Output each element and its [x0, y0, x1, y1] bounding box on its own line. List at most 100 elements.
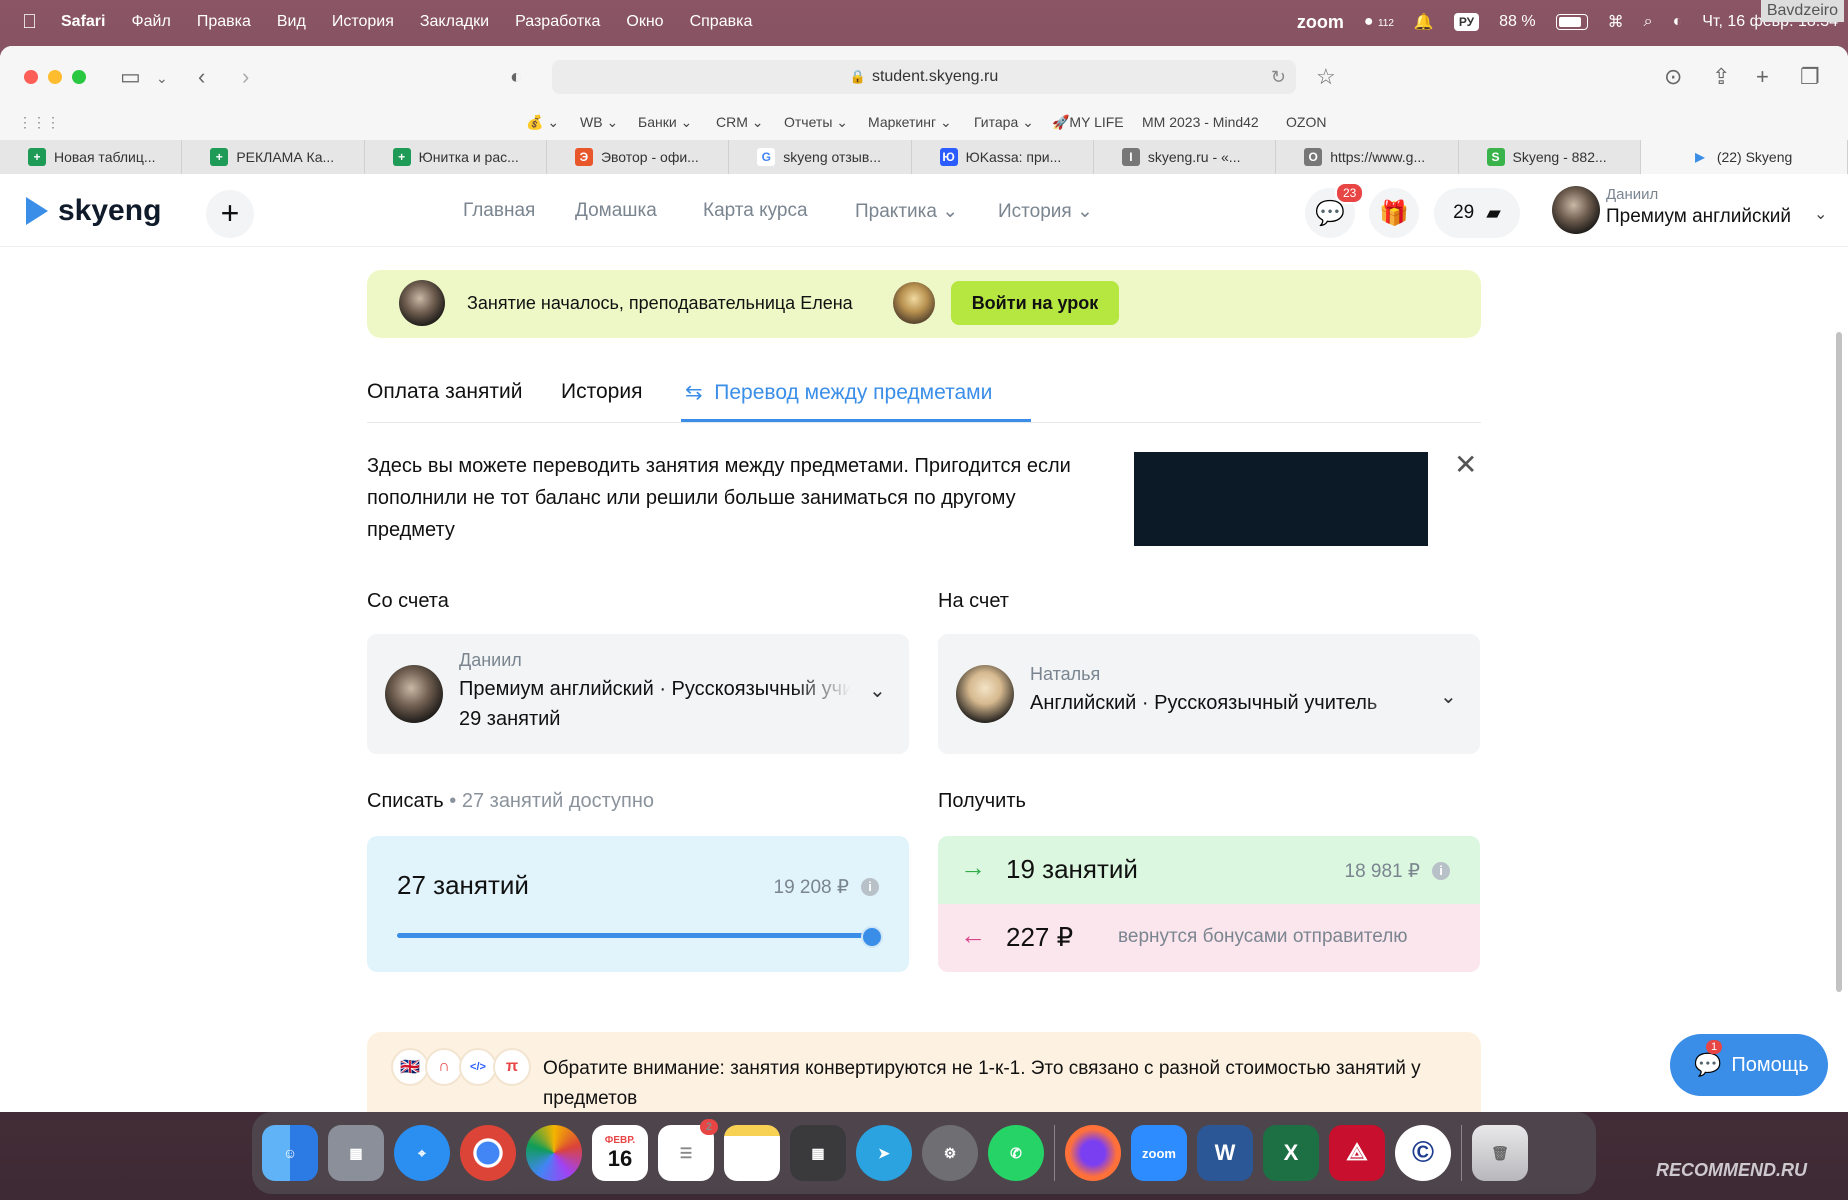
menu-item-develop[interactable]: Разработка: [515, 13, 600, 31]
zoom-window-button[interactable]: [72, 70, 86, 84]
privacy-shield-icon[interactable]: ◐: [510, 66, 522, 89]
favorite-ozon[interactable]: OZON: [1286, 114, 1326, 130]
calculator-icon[interactable]: ▦: [790, 1125, 846, 1181]
from-account-select[interactable]: Даниил Премиум английский · Русскоязычны…: [367, 634, 909, 754]
add-button[interactable]: +: [206, 190, 254, 238]
menu-item-help[interactable]: Справка: [690, 13, 753, 31]
menu-item-bookmarks[interactable]: Закладки: [420, 13, 489, 31]
close-icon[interactable]: ✕: [1454, 448, 1477, 481]
slider-handle[interactable]: [861, 926, 883, 948]
minimize-window-button[interactable]: [48, 70, 62, 84]
gift-icon: 🎁: [1379, 199, 1409, 227]
apps-grid-icon[interactable]: ⋮⋮⋮: [18, 114, 60, 131]
nav-home[interactable]: Главная: [463, 200, 535, 222]
finder-icon[interactable]: ☺: [262, 1125, 318, 1181]
favorite-wb-folder[interactable]: WB ⌄: [580, 114, 618, 131]
favorite-marketing-folder[interactable]: Маркетинг ⌄: [868, 114, 952, 131]
notification-status-item[interactable]: ● 112: [1364, 13, 1394, 31]
trash-icon[interactable]: 🗑: [1472, 1125, 1528, 1181]
telegram-icon[interactable]: ➤: [856, 1125, 912, 1181]
bell-icon[interactable]: 🔔: [1414, 12, 1434, 32]
address-bar[interactable]: 🔒 student.skyeng.ru ↻: [552, 60, 1296, 94]
gift-button[interactable]: 🎁: [1369, 188, 1419, 238]
word-icon[interactable]: W: [1197, 1125, 1253, 1181]
whatsapp-icon[interactable]: ✆: [988, 1125, 1044, 1181]
favorite-money-folder[interactable]: 💰 ⌄: [526, 114, 559, 131]
refund-amount: 227 ₽: [1006, 922, 1074, 952]
downloads-icon[interactable]: ⊙: [1664, 64, 1682, 90]
nav-history[interactable]: История ⌄: [998, 200, 1093, 223]
favorite-reports-folder[interactable]: Отчеты ⌄: [784, 114, 848, 131]
tab-history[interactable]: История: [561, 380, 642, 404]
sidebar-toggle-icon[interactable]: ▭: [120, 64, 141, 90]
notes-icon[interactable]: [724, 1125, 780, 1181]
calendar-icon[interactable]: ФЕВР. 16: [592, 1125, 648, 1181]
back-arrow-icon[interactable]: ‹: [198, 64, 205, 90]
input-language[interactable]: РУ: [1453, 13, 1480, 31]
nav-homework[interactable]: Домашка: [575, 200, 657, 222]
reload-icon[interactable]: ↻: [1271, 67, 1286, 88]
tab-payment[interactable]: Оплата занятий: [367, 380, 522, 404]
system-settings-icon[interactable]: ⚙: [922, 1125, 978, 1181]
menu-app-name[interactable]: Safari: [61, 13, 105, 31]
new-tab-plus-icon[interactable]: +: [1756, 64, 1769, 90]
menu-item-edit[interactable]: Правка: [197, 13, 251, 31]
favorite-crm-folder[interactable]: CRM ⌄: [716, 114, 764, 131]
to-account-select[interactable]: Наталья Английский · Русскоязычный учите…: [938, 634, 1480, 754]
excel-icon[interactable]: X: [1263, 1125, 1319, 1181]
photos-icon[interactable]: [526, 1125, 582, 1181]
browser-tab[interactable]: + РЕКЛАМА Ка...: [182, 140, 365, 174]
menu-item-window[interactable]: Окно: [626, 13, 663, 31]
info-video[interactable]: [1134, 452, 1428, 546]
favorite-guitar-folder[interactable]: Гитара ⌄: [974, 114, 1034, 131]
menu-item-history[interactable]: История: [332, 13, 394, 31]
control-center-icon[interactable]: ◐: [1673, 13, 1683, 31]
tab-group-chevron-icon[interactable]: ⌄: [156, 70, 168, 87]
favorite-banks-folder[interactable]: Банки ⌄: [638, 114, 692, 131]
tab-transfer[interactable]: ⇆ Перевод между предметами: [685, 380, 992, 405]
zoom-status-item[interactable]: zoom: [1297, 12, 1344, 33]
launchpad-icon[interactable]: ▦: [328, 1125, 384, 1181]
join-lesson-button[interactable]: Войти на урок: [951, 281, 1119, 325]
reminders-icon[interactable]: ☰ 2: [658, 1119, 718, 1181]
acrobat-icon[interactable]: ⟁: [1329, 1125, 1385, 1181]
page-scrollbar[interactable]: [1836, 332, 1842, 992]
skyeng-logo[interactable]: skyeng: [26, 194, 161, 228]
battery-icon[interactable]: [1555, 14, 1588, 30]
messages-button[interactable]: 💬 23: [1305, 182, 1365, 238]
nav-course-map[interactable]: Карта курса: [703, 200, 808, 222]
info-icon[interactable]: i: [861, 878, 879, 896]
safari-icon[interactable]: ⌖: [394, 1125, 450, 1181]
screen-mirroring-icon[interactable]: ⌘: [1608, 12, 1624, 32]
browser-tab[interactable]: Gskyeng отзыв...: [729, 140, 912, 174]
info-icon[interactable]: i: [1432, 862, 1450, 880]
close-window-button[interactable]: [24, 70, 38, 84]
browser-tab-active[interactable]: ▶ (22) Skyeng: [1640, 140, 1848, 174]
apple-menu-icon[interactable]: : [22, 11, 37, 34]
favorite-mind42[interactable]: MM 2023 - Mind42: [1142, 114, 1259, 130]
balance-button[interactable]: 29 ▰: [1434, 188, 1520, 238]
menu-item-file[interactable]: Файл: [131, 13, 170, 31]
firefox-icon[interactable]: [1065, 1125, 1121, 1181]
browser-tab[interactable]: S Skyeng - 882...: [1459, 140, 1641, 174]
tab-overview-icon[interactable]: ❐: [1800, 64, 1820, 90]
favorite-my-life[interactable]: 🚀MY LIFE: [1052, 114, 1124, 131]
browser-tab[interactable]: + Новая таблиц...: [0, 140, 183, 174]
browser-tab[interactable]: Э Эвотор - офи...: [547, 140, 730, 174]
nav-practice[interactable]: Практика ⌄: [855, 200, 958, 223]
share-icon[interactable]: ⇪: [1712, 64, 1730, 90]
browser-tab[interactable]: Iskyeng.ru - «...: [1094, 140, 1277, 174]
lessons-slider[interactable]: [397, 926, 883, 948]
browser-tab[interactable]: Ю ЮKassa: при...: [912, 140, 1094, 174]
help-button[interactable]: 💬 Помощь 1: [1670, 1034, 1828, 1096]
browser-tab[interactable]: + Юнитка и рас...: [365, 140, 547, 174]
uk-flag-icon: 🇬🇧: [391, 1048, 429, 1086]
browser-tab[interactable]: Ohttps://www.g...: [1276, 140, 1459, 174]
menu-item-view[interactable]: Вид: [277, 13, 306, 31]
chrome-icon[interactable]: [460, 1125, 516, 1181]
spotlight-search-icon[interactable]: ⌕: [1644, 13, 1653, 31]
forward-arrow-icon[interactable]: ›: [242, 64, 249, 90]
bookmark-star-icon[interactable]: ☆: [1316, 64, 1336, 90]
app-c-icon[interactable]: ©: [1395, 1125, 1451, 1181]
zoom-icon[interactable]: zoom: [1131, 1125, 1187, 1181]
